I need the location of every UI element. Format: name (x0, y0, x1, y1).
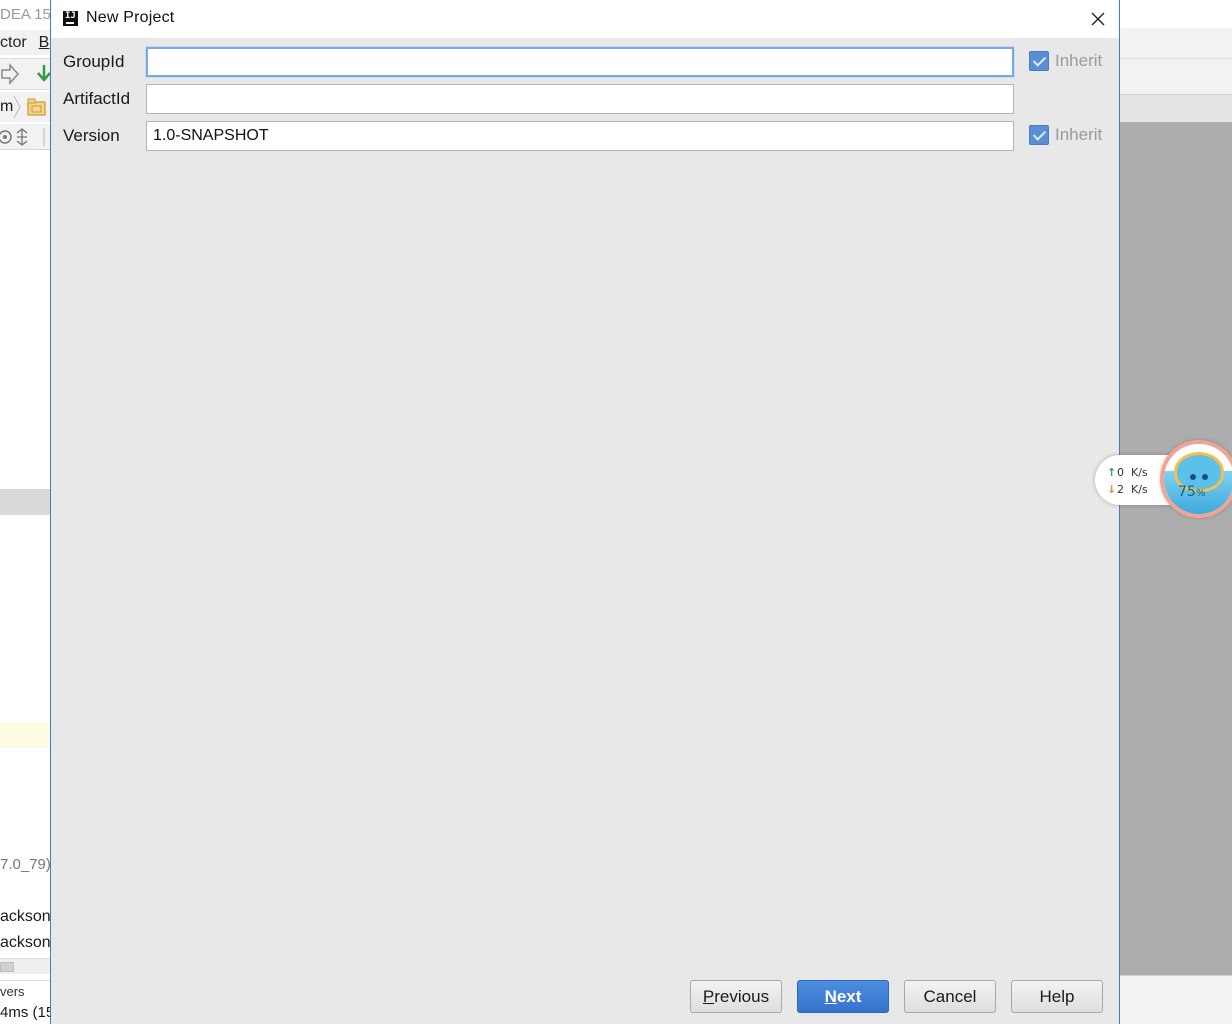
ide-right-statusbar (1119, 975, 1232, 1024)
close-button[interactable] (1083, 4, 1113, 34)
groupid-input[interactable] (146, 47, 1014, 77)
mascot-eye (1190, 474, 1196, 480)
new-project-dialog: IJ New Project GroupId Inherit ArtifactI… (50, 0, 1120, 1024)
ide-menu-item[interactable]: ctor (0, 34, 27, 51)
download-unit: K/s (1131, 483, 1148, 496)
groupid-inherit[interactable]: Inherit (1029, 50, 1102, 72)
version-label: Version (63, 126, 120, 145)
upload-unit: K/s (1131, 466, 1148, 479)
ide-right-toolbar (1119, 58, 1232, 94)
version-inherit[interactable]: Inherit (1029, 124, 1102, 146)
ide-jdk-text: 7.0_79) (0, 856, 51, 873)
ide-panel-tool-icons (0, 128, 45, 146)
ide-right-titlebar (1119, 0, 1232, 28)
scrollbar-thumb[interactable] (0, 962, 14, 972)
ide-menu-item-build[interactable]: B (39, 34, 50, 51)
groupid-inherit-checkbox[interactable] (1029, 51, 1049, 71)
previous-label: revious (714, 987, 770, 1006)
ide-status-text: 4ms (15 (0, 1004, 51, 1021)
close-icon (1091, 12, 1105, 26)
version-inherit-label: Inherit (1055, 125, 1103, 144)
dialog-titlebar[interactable]: IJ New Project (51, 0, 1119, 38)
artifactid-input[interactable] (146, 84, 1014, 114)
ide-editor-area (1119, 122, 1232, 975)
cancel-button[interactable]: Cancel (904, 980, 996, 1013)
collapse-icon (16, 128, 28, 146)
folder-icon (13, 95, 46, 119)
artifactid-label: ArtifactId (63, 89, 131, 108)
groupid-label: GroupId (63, 52, 125, 71)
ide-library-item[interactable]: ackson (0, 934, 51, 954)
mascot-eye (1202, 474, 1208, 480)
dialog-title: New Project (86, 9, 175, 26)
version-inherit-checkbox[interactable] (1029, 125, 1049, 145)
ide-window-title: DEA 15. (0, 6, 51, 23)
groupid-inherit-label: Inherit (1055, 51, 1103, 70)
ide-breadcrumb: m (0, 92, 51, 122)
ide-right-tabbar (1119, 94, 1232, 122)
ide-highlight-row (0, 722, 51, 748)
ide-selected-row (0, 489, 51, 515)
ide-menu-bar: ctor B (0, 30, 51, 55)
ide-toolbar-icons (1, 63, 51, 85)
previous-button[interactable]: Previous (690, 980, 782, 1013)
intellij-icon: IJ (63, 11, 78, 26)
ide-library-item[interactable]: ackson (0, 908, 51, 928)
help-button[interactable]: Help (1011, 980, 1103, 1013)
upload-speed: ↑0 K/s (1107, 466, 1148, 479)
memory-usage-ball[interactable]: 75% (1160, 440, 1232, 518)
version-input[interactable] (146, 121, 1014, 151)
ide-toolbar (0, 58, 51, 90)
next-label: ext (836, 987, 862, 1006)
previous-mnemonic: P (702, 987, 715, 1006)
ide-right-menubar (1119, 28, 1232, 58)
memory-percent: 75% (1178, 484, 1205, 500)
download-arrow-icon: ↓ (1107, 483, 1117, 496)
forward-icon (1, 63, 20, 85)
upload-value: 0 (1117, 466, 1124, 479)
memory-percent-value: 75 (1178, 484, 1196, 500)
ide-horizontal-scrollbar[interactable] (0, 958, 51, 974)
network-speed-widget[interactable]: ↑0 K/s ↓2 K/s 75% (1095, 440, 1232, 518)
upload-arrow-icon: ↑ (1107, 466, 1117, 479)
ide-panel-toolbar (0, 124, 51, 150)
next-button[interactable]: Next (797, 980, 889, 1013)
ide-tool-tab[interactable]: vers (0, 980, 51, 1002)
download-speed: ↓2 K/s (1107, 483, 1148, 496)
next-mnemonic: N (824, 987, 837, 1006)
memory-percent-sign: % (1195, 488, 1206, 499)
download-icon (37, 65, 51, 82)
background-ide-left-panel: DEA 15. ctor B m 7.0_79) ackson ackson ve… (0, 0, 51, 1024)
download-value: 2 (1117, 483, 1124, 496)
